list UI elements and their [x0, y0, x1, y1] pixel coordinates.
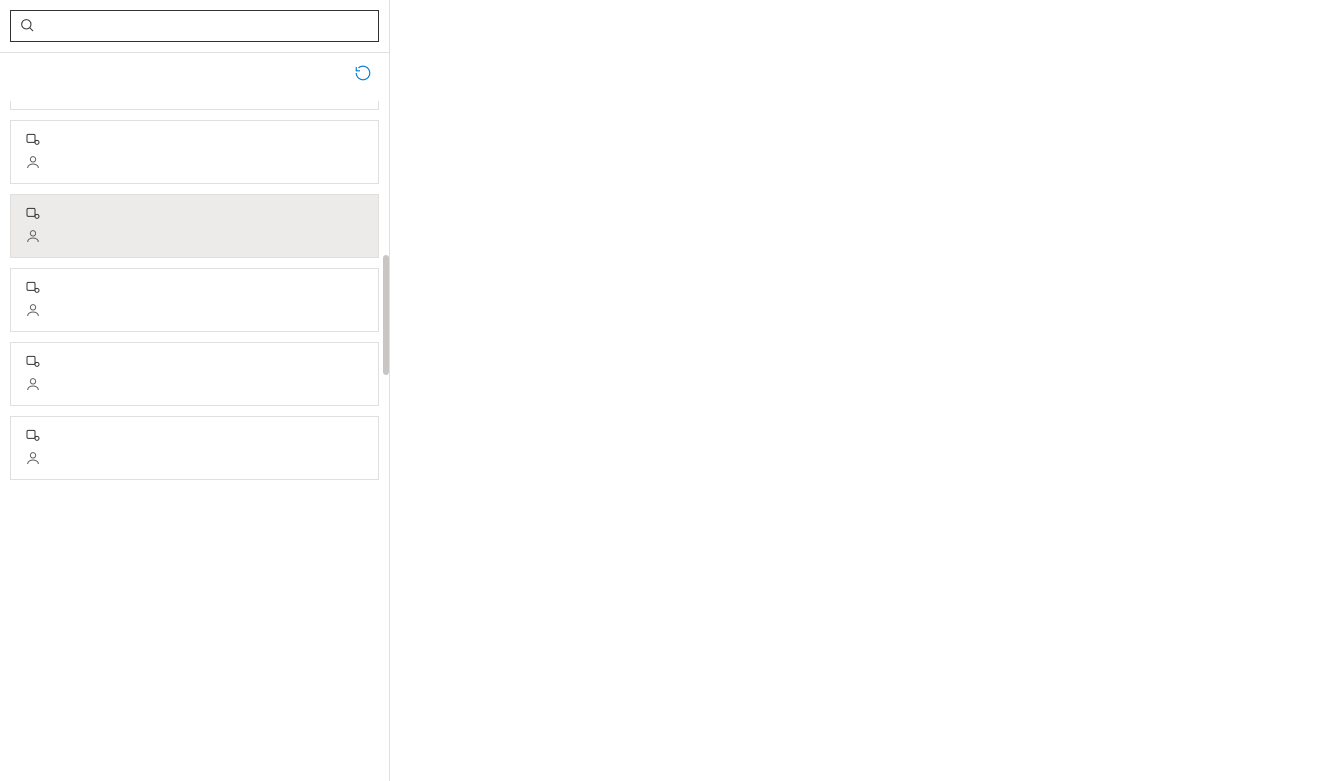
scrollbar-thumb[interactable]: [383, 255, 389, 375]
asset-list[interactable]: [0, 99, 389, 781]
module-icon: [25, 427, 41, 446]
person-icon: [25, 376, 41, 395]
asset-card[interactable]: [10, 416, 379, 480]
asset-card[interactable]: [10, 268, 379, 332]
asset-card[interactable]: [10, 342, 379, 406]
person-icon: [25, 228, 41, 247]
asset-author-row: [25, 228, 364, 247]
asset-author-row: [25, 376, 364, 395]
person-icon: [25, 450, 41, 469]
asset-author-row: [25, 450, 364, 469]
asset-title-row: [25, 427, 364, 446]
asset-title-row: [25, 205, 364, 224]
asset-author-row: [25, 154, 364, 173]
sidebar: [0, 0, 390, 781]
asset-card[interactable]: [10, 194, 379, 258]
person-icon: [25, 154, 41, 173]
module-icon: [25, 353, 41, 372]
asset-card[interactable]: [10, 120, 379, 184]
asset-title-row: [25, 131, 364, 150]
refresh-button[interactable]: [349, 59, 377, 87]
asset-title-row: [25, 279, 364, 298]
module-icon: [25, 279, 41, 298]
search-icon: [19, 17, 35, 36]
asset-author-row: [25, 302, 364, 321]
person-icon: [25, 302, 41, 321]
search-box[interactable]: [10, 10, 379, 42]
assets-count-row: [0, 53, 389, 99]
asset-title-row: [25, 353, 364, 372]
module-icon: [25, 131, 41, 150]
asset-card[interactable]: [10, 101, 379, 110]
module-icon: [25, 205, 41, 224]
search-input[interactable]: [43, 18, 370, 34]
